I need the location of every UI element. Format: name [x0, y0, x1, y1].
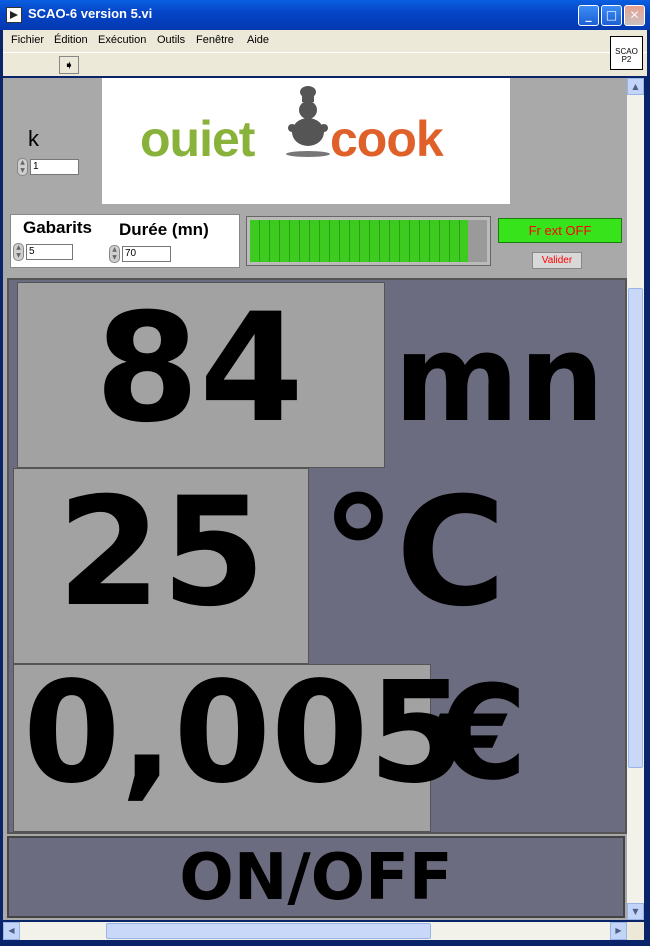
onoff-button[interactable]: ON/OFF [7, 836, 625, 918]
temperature-value: 25 [57, 466, 266, 640]
cost-unit: € [437, 657, 528, 809]
time-unit: mn [394, 310, 605, 449]
menu-fenetre[interactable]: Fenêtre [196, 34, 234, 46]
window-title: SCAO-6 version 5.vi [28, 6, 153, 21]
k-label: k [28, 126, 39, 151]
front-panel: k ▲ ▼ 1 ouiet cook Gabarits Durée (mn) ▲ ▼ [3, 78, 627, 920]
minimize-button[interactable]: _ [578, 5, 599, 26]
cost-value: 0,005 [23, 652, 466, 815]
menu-aide[interactable]: Aide [247, 34, 269, 46]
horizontal-scroll-thumb[interactable] [106, 923, 431, 939]
vertical-scrollbar[interactable]: ▲ ▼ [627, 78, 644, 920]
labview-vi-icon [6, 7, 22, 23]
gabarits-control[interactable]: ▲ ▼ 5 [13, 243, 75, 261]
maximize-button[interactable]: □ [601, 5, 622, 26]
k-control[interactable]: ▲ ▼ 1 [17, 158, 81, 176]
k-input[interactable]: 1 [30, 159, 79, 175]
progress-fill [250, 220, 469, 262]
k-spinner-icon[interactable]: ▲ ▼ [17, 158, 28, 176]
fr-ext-button[interactable]: Fr ext OFF [498, 218, 622, 243]
duree-input[interactable]: 70 [122, 246, 171, 262]
title-bar[interactable]: SCAO-6 version 5.vi _ □ ✕ [0, 0, 650, 30]
logo-word-uiet: uiet [169, 111, 256, 167]
menu-fichier[interactable]: Fichier [11, 34, 44, 46]
progress-track [250, 220, 487, 262]
scrollbar-corner [627, 922, 644, 940]
scroll-up-arrow-icon[interactable]: ▲ [627, 78, 644, 95]
scroll-right-arrow-icon[interactable]: ▶ [610, 922, 627, 940]
horizontal-scrollbar[interactable]: ◀ ▶ [3, 922, 644, 940]
duree-control[interactable]: ▲ ▼ 70 [109, 245, 173, 263]
menu-execution[interactable]: Exécution [98, 34, 146, 46]
gabarits-input[interactable]: 5 [26, 244, 73, 260]
scroll-down-arrow-icon[interactable]: ▼ [627, 903, 644, 920]
vi-connector-icon: SCAO P2 [610, 36, 643, 70]
run-arrow-icon[interactable]: ➧ [59, 56, 79, 74]
logo-word-cook: cook [330, 111, 444, 167]
duree-label: Durée (mn) [119, 220, 209, 239]
duree-spinner-icon[interactable]: ▲ ▼ [109, 245, 120, 263]
progress-bar [246, 216, 491, 266]
quietcook-logo: ouiet cook [102, 78, 510, 204]
scroll-left-arrow-icon[interactable]: ◀ [3, 922, 20, 940]
close-button[interactable]: ✕ [624, 5, 645, 26]
menu-outils[interactable]: Outils [157, 34, 185, 46]
menu-edition[interactable]: Édition [54, 34, 88, 46]
menu-bar: Fichier Édition Exécution Outils Fenêtre… [3, 30, 647, 52]
time-value: 84 [95, 282, 304, 456]
logo-letter-o: o [140, 111, 171, 167]
application-window: SCAO-6 version 5.vi _ □ ✕ Fichier Éditio… [0, 0, 650, 946]
temperature-unit: °C [321, 466, 507, 640]
display-area: 84 mn 25 °C 0,005 € [7, 278, 627, 834]
gabarits-label: Gabarits [23, 218, 92, 237]
vertical-scroll-thumb[interactable] [628, 288, 643, 768]
toolbar: ➧ [3, 52, 647, 76]
logo-text-left: ouiet [140, 110, 256, 168]
valider-button[interactable]: Valider [532, 252, 582, 269]
gabarits-spinner-icon[interactable]: ▲ ▼ [13, 243, 24, 261]
settings-group: Gabarits Durée (mn) ▲ ▼ 5 ▲ ▼ 70 [10, 214, 240, 268]
vi-icon-line2: P2 [621, 55, 632, 64]
chef-mascot-icon [286, 86, 330, 157]
